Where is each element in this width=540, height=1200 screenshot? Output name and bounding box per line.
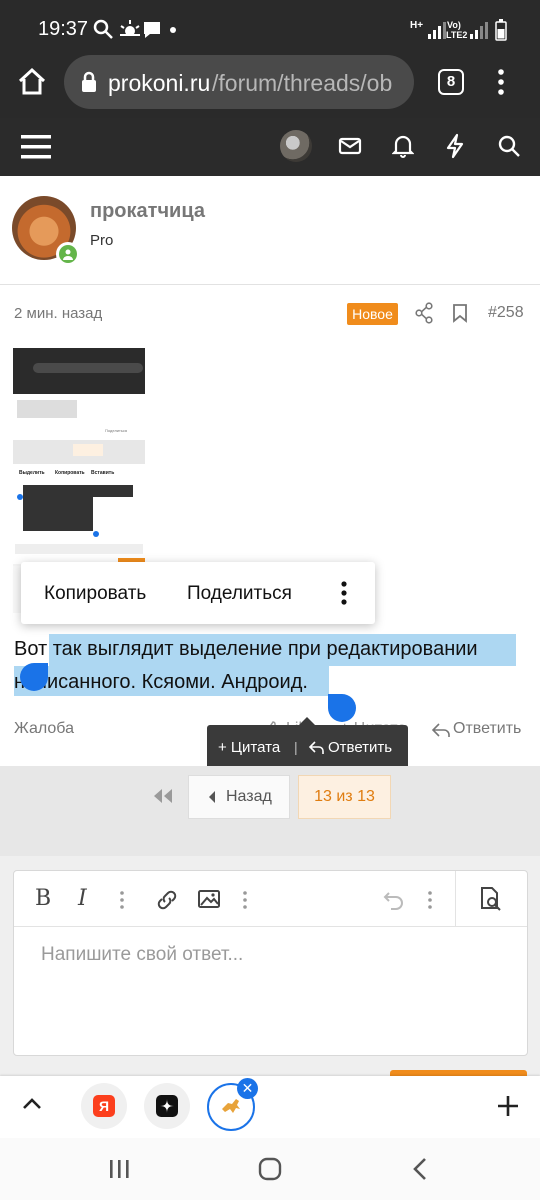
search-status-icon xyxy=(93,19,113,39)
lock-icon xyxy=(82,71,96,92)
hamburger-menu-icon[interactable] xyxy=(21,134,51,160)
more-editor-icon[interactable] xyxy=(426,890,434,910)
lightning-icon[interactable] xyxy=(445,133,465,159)
thumb-handle-end xyxy=(93,531,99,537)
bell-icon[interactable] xyxy=(392,133,414,159)
tab-switcher-button[interactable]: 8 xyxy=(438,69,464,95)
share-button[interactable]: Поделиться xyxy=(187,583,292,605)
post-text-unselected: Вот xyxy=(14,638,53,660)
home-nav-icon[interactable] xyxy=(257,1157,283,1181)
close-tab-button[interactable]: ✕ xyxy=(237,1078,258,1099)
thumb-menu-copy: Копировать xyxy=(55,470,85,476)
more-format-icon[interactable] xyxy=(118,890,126,910)
author-name[interactable]: прокатчица xyxy=(90,200,205,223)
chevron-up-icon[interactable] xyxy=(22,1096,42,1110)
report-link[interactable]: Жалоба xyxy=(14,720,74,738)
tooltip-quote-button[interactable]: + Цитата xyxy=(218,739,280,756)
recent-apps-icon[interactable] xyxy=(108,1158,132,1180)
thumb-menu-select: Выделить xyxy=(19,470,45,476)
user-online-icon xyxy=(63,249,73,260)
thumb-actions xyxy=(15,544,143,554)
url-domain: prokoni.ru xyxy=(108,70,211,96)
post-text-selected-2: аписанного. Ксяоми. Андроид. xyxy=(25,671,308,693)
thumb-urlbar xyxy=(33,363,143,373)
volte-label: Vo) xyxy=(447,20,461,30)
user-avatar-button[interactable] xyxy=(280,130,312,162)
yandex-logo-icon: Я xyxy=(93,1095,115,1117)
share-icon[interactable] xyxy=(414,302,434,324)
editor-toolbar-divider xyxy=(14,926,527,927)
post-author-area xyxy=(0,176,540,284)
post-time[interactable]: 2 мин. назад xyxy=(14,305,102,322)
post-number[interactable]: #258 xyxy=(488,304,524,322)
zen-star-icon xyxy=(160,1099,174,1113)
selection-handle-start[interactable] xyxy=(20,663,48,691)
tooltip-reply-button[interactable]: Ответить xyxy=(328,739,392,756)
message-status-icon xyxy=(144,22,160,38)
url-path: /forum/threads/ob xyxy=(212,70,393,96)
pager-current-page[interactable]: 13 из 13 xyxy=(298,775,391,819)
lte-label: LTE2 xyxy=(446,30,468,40)
reply-icon xyxy=(431,723,450,737)
browser-menu-icon[interactable] xyxy=(494,68,508,96)
back-arrow-icon xyxy=(209,791,215,803)
tooltip-separator: | xyxy=(294,739,298,755)
new-tab-icon[interactable] xyxy=(497,1095,519,1117)
search-icon[interactable] xyxy=(497,134,521,158)
horse-favicon-icon xyxy=(222,1099,240,1113)
thumb-selected-block xyxy=(23,485,133,497)
bold-button[interactable]: B xyxy=(35,886,51,911)
notification-dot xyxy=(170,27,176,33)
thumb-pager-current xyxy=(73,444,103,456)
battery-icon xyxy=(495,19,507,41)
copy-button[interactable]: Копировать xyxy=(44,583,146,605)
status-time: 19:37 xyxy=(38,18,89,40)
post-divider xyxy=(0,284,540,285)
new-badge: Новое xyxy=(347,303,398,325)
undo-icon[interactable] xyxy=(382,888,406,912)
italic-button[interactable]: I xyxy=(78,886,87,911)
thumb-menu-paste: Вставить xyxy=(91,470,115,476)
thumb-selected-block-2 xyxy=(23,497,93,531)
thumb-share-item: Поделиться xyxy=(105,428,128,433)
reply-link[interactable]: Ответить xyxy=(453,720,521,738)
tooltip-reply-icon xyxy=(308,741,324,754)
weather-icon xyxy=(120,20,140,36)
post-text-line-2[interactable]: написанного. Ксяоми. Андроид. xyxy=(14,671,308,694)
author-title: Pro xyxy=(90,232,114,249)
net-type-h-plus: H+ xyxy=(410,20,424,31)
preview-icon[interactable] xyxy=(478,886,504,912)
mail-icon[interactable] xyxy=(338,136,362,156)
bookmark-icon[interactable] xyxy=(452,303,468,323)
first-page-icon[interactable] xyxy=(151,787,175,805)
more-options-icon[interactable] xyxy=(338,580,350,606)
editor-placeholder: Напишите свой ответ... xyxy=(41,944,244,965)
thumb-quote-block xyxy=(17,400,77,418)
image-icon[interactable] xyxy=(197,889,221,909)
signal-1-icon xyxy=(428,22,446,39)
post-text-line-1[interactable]: Вот так выглядит выделение при редактиро… xyxy=(14,638,478,661)
preview-divider xyxy=(455,871,456,926)
link-icon[interactable] xyxy=(155,888,179,912)
pager-back-label: Назад xyxy=(226,788,272,805)
selection-handle-end[interactable] xyxy=(328,694,356,722)
back-nav-icon[interactable] xyxy=(410,1157,430,1181)
thumb-handle-start xyxy=(17,494,23,500)
signal-2-icon xyxy=(470,22,488,39)
home-icon[interactable] xyxy=(16,66,48,96)
more-insert-icon[interactable] xyxy=(241,890,249,910)
post-text-selected-1: так выглядит выделение при редактировани… xyxy=(52,638,478,660)
